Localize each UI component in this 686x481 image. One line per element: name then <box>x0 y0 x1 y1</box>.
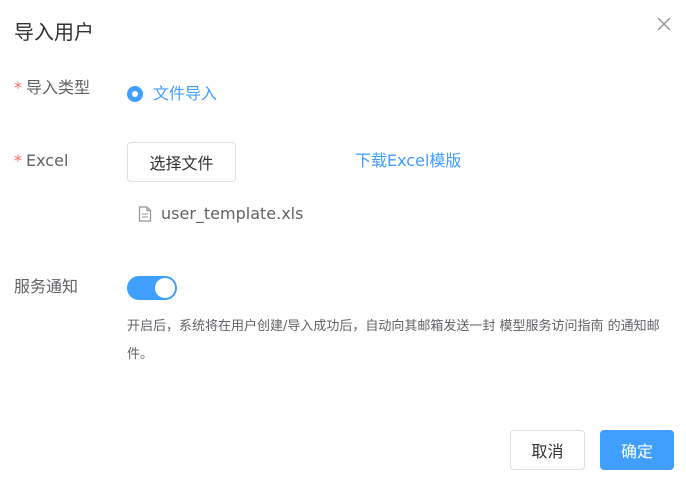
excel-label-text: Excel <box>26 151 69 170</box>
radio-checked-icon <box>127 86 143 102</box>
notification-toggle[interactable] <box>127 276 177 300</box>
import-type-label: * 导入类型 <box>14 77 90 99</box>
toggle-knob <box>155 278 175 298</box>
download-template-link[interactable]: 下载Excel模版 <box>355 150 461 172</box>
document-icon <box>138 206 152 222</box>
required-mark: * <box>14 151 22 170</box>
dialog-title: 导入用户 <box>14 20 94 44</box>
file-name: user_template.xls <box>161 204 304 223</box>
uploaded-file-item[interactable]: user_template.xls <box>138 203 303 225</box>
notification-label: 服务通知 <box>14 277 79 296</box>
import-user-dialog: 导入用户 * 导入类型 文件导入 * Excel 选择文件 下载Excel模版 us… <box>0 0 686 481</box>
file-import-radio[interactable]: 文件导入 <box>127 83 217 105</box>
file-import-radio-label: 文件导入 <box>153 84 218 103</box>
import-type-label-text: 导入类型 <box>26 78 91 97</box>
close-icon[interactable] <box>654 14 674 34</box>
cancel-button[interactable]: 取消 <box>510 430 585 470</box>
required-mark: * <box>14 78 22 97</box>
confirm-button[interactable]: 确定 <box>600 430 674 470</box>
excel-label: * Excel <box>14 150 68 172</box>
select-file-button[interactable]: 选择文件 <box>127 142 236 182</box>
notification-description: 开启后，系统将在用户创建/导入成功后，自动向其邮箱发送一封 模型服务访问指南 的… <box>127 313 672 369</box>
notification-description-text: 开启后，系统将在用户创建/导入成功后，自动向其邮箱发送一封 模型服务访问指南 的… <box>127 319 660 362</box>
